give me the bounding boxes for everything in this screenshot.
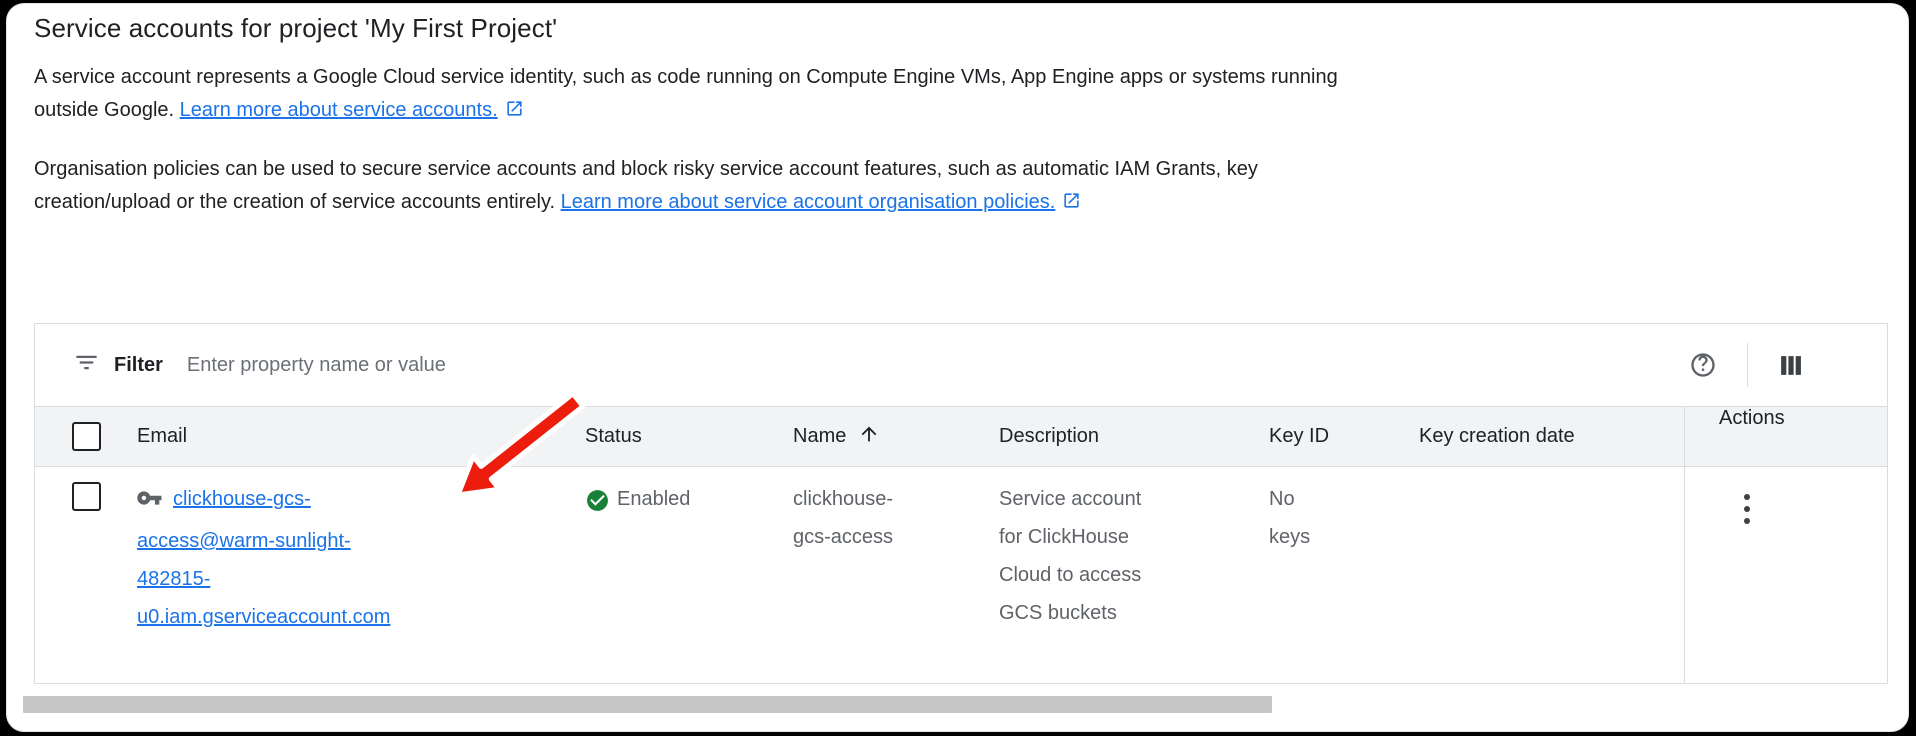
status-enabled-check-icon [585, 488, 610, 526]
description-cell: Service account for ClickHouse Cloud to … [997, 467, 1267, 683]
table-row: clickhouse-gcs- access@warm-sunlight- 48… [35, 467, 1887, 683]
service-account-key-icon [137, 484, 164, 522]
row-actions-menu-button[interactable] [1730, 483, 1764, 535]
status-text: Enabled [617, 480, 690, 518]
column-header-status: Status [577, 425, 787, 448]
row-checkbox-cell [35, 467, 137, 683]
email-cell: clickhouse-gcs- access@warm-sunlight- 48… [137, 467, 577, 683]
screenshot-stage: Service accounts for project 'My First P… [0, 0, 1916, 736]
learn-more-service-accounts-link[interactable]: Learn more about service accounts. [180, 99, 498, 121]
toolbar-divider [1747, 343, 1748, 387]
actions-cell [1684, 467, 1887, 683]
open-in-new-icon [1062, 188, 1081, 221]
learn-more-organisation-policies-link[interactable]: Learn more about service account organis… [561, 191, 1056, 213]
horizontal-scrollbar-thumb[interactable] [23, 696, 1272, 713]
select-all-checkbox[interactable] [72, 422, 101, 451]
intro2-line2: creation/upload or the creation of servi… [34, 191, 555, 213]
sort-ascending-icon [858, 423, 880, 451]
column-header-description: Description [997, 425, 1267, 448]
column-header-actions: Actions [1684, 407, 1887, 466]
column-header-key-creation-date: Key creation date [1417, 425, 1684, 448]
filter-list-icon [73, 349, 100, 381]
key-id-cell: No keys [1267, 467, 1417, 683]
column-header-email: Email [137, 425, 577, 448]
service-accounts-table: Filter Email Status Name [34, 323, 1888, 684]
row-checkbox[interactable] [72, 482, 101, 511]
column-header-key-id: Key ID [1267, 425, 1417, 448]
column-header-name[interactable]: Name [787, 423, 997, 451]
page-title: Service accounts for project 'My First P… [34, 13, 557, 44]
help-icon[interactable] [1689, 351, 1717, 379]
intro2-line1: Organisation policies can be used to sec… [34, 158, 1258, 180]
key-creation-date-cell [1417, 467, 1684, 683]
filter-input[interactable] [187, 354, 1689, 377]
intro1-line1: A service account represents a Google Cl… [34, 66, 1338, 88]
header-checkbox-cell [35, 422, 137, 451]
intro1-line2: outside Google. [34, 99, 174, 121]
table-header-row: Email Status Name Description Key ID Key… [35, 406, 1887, 467]
organisation-policies-paragraph: Organisation policies can be used to sec… [34, 153, 1258, 221]
column-display-options-icon[interactable] [1778, 353, 1803, 378]
service-account-intro-paragraph: A service account represents a Google Cl… [34, 61, 1338, 129]
status-cell: Enabled [577, 467, 787, 683]
open-in-new-icon [505, 96, 524, 129]
filter-label: Filter [114, 354, 163, 377]
service-account-email-link[interactable]: clickhouse-gcs- access@warm-sunlight- 48… [137, 480, 577, 636]
name-cell: clickhouse- gcs-access [787, 467, 997, 683]
console-content-card: Service accounts for project 'My First P… [6, 3, 1909, 732]
filter-toolbar: Filter [35, 324, 1887, 406]
